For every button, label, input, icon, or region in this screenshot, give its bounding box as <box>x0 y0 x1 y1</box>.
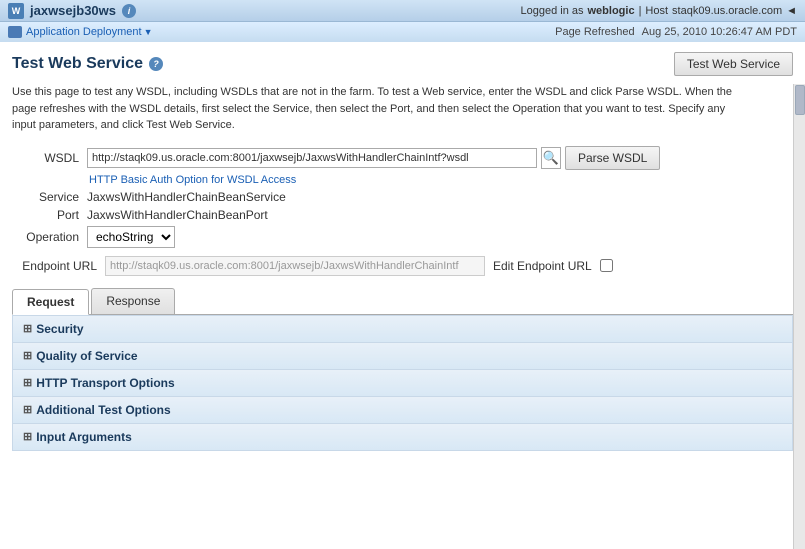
logged-in-user: weblogic <box>588 5 635 17</box>
scrollbar-thumb[interactable] <box>795 85 805 115</box>
page-description: Use this page to test any WSDL, includin… <box>12 84 752 134</box>
accordion-security-header[interactable]: ⊞ Security <box>13 316 792 342</box>
http-transport-expand-icon: ⊞ <box>23 376 32 389</box>
qos-label: Quality of Service <box>36 349 137 363</box>
accordion-http-transport: ⊞ HTTP Transport Options <box>13 370 792 397</box>
wsdl-row: WSDL 🔍 Parse WSDL <box>12 146 793 170</box>
app-deployment-link[interactable]: Application Deployment ▼ <box>26 26 153 38</box>
service-value: JaxwsWithHandlerChainBeanService <box>87 190 286 204</box>
accordion-additional-test-header[interactable]: ⊞ Additional Test Options <box>13 397 792 423</box>
page-refresh-info: Page Refreshed Aug 25, 2010 10:26:47 AM … <box>555 26 797 38</box>
accordion-input-args-header[interactable]: ⊞ Input Arguments <box>13 424 792 450</box>
scroll-right-arrow[interactable]: ◄ <box>786 5 797 17</box>
page-content: Test Web Service ? Test Web Service Use … <box>0 42 805 549</box>
tabs-container: Request Response <box>12 288 793 315</box>
security-label: Security <box>36 322 83 336</box>
host-value: staqk09.us.oracle.com <box>672 5 782 17</box>
form-section: WSDL 🔍 Parse WSDL HTTP Basic Auth Option… <box>12 146 793 248</box>
app-info-icon[interactable]: i <box>122 4 136 18</box>
accordion-qos-header[interactable]: ⊞ Quality of Service <box>13 343 792 369</box>
additional-test-label: Additional Test Options <box>36 403 170 417</box>
bottom-bar: Application Deployment ▼ Page Refreshed … <box>0 22 805 42</box>
nav-icon <box>8 26 22 38</box>
page-header: Test Web Service ? Test Web Service <box>12 52 793 76</box>
edit-endpoint-checkbox[interactable] <box>600 259 613 272</box>
service-row: Service JaxwsWithHandlerChainBeanService <box>12 190 793 204</box>
wsdl-input[interactable] <box>87 148 537 168</box>
wsdl-input-group: 🔍 Parse WSDL <box>87 146 660 170</box>
page-title-group: Test Web Service ? <box>12 55 163 73</box>
operation-row: Operation echoString <box>12 226 793 248</box>
app-icon: W <box>8 3 24 19</box>
navigation-wrapper: W jaxwsejb30ws i Logged in as weblogic |… <box>0 0 805 42</box>
host-label: Host <box>645 5 668 17</box>
endpoint-input[interactable] <box>105 256 485 276</box>
page-title-text: Test Web Service <box>12 55 143 73</box>
port-label: Port <box>12 208 87 222</box>
http-auth-link[interactable]: HTTP Basic Auth Option for WSDL Access <box>89 174 296 186</box>
accordion-container: ⊞ Security ⊞ Quality of Service ⊞ HTTP T… <box>12 315 793 451</box>
tab-request[interactable]: Request <box>12 289 89 315</box>
edit-endpoint-label: Edit Endpoint URL <box>493 259 592 273</box>
operation-select[interactable]: echoString <box>87 226 175 248</box>
accordion-http-transport-header[interactable]: ⊞ HTTP Transport Options <box>13 370 792 396</box>
login-info: Logged in as weblogic | Host staqk09.us.… <box>521 5 798 17</box>
additional-test-expand-icon: ⊞ <box>23 403 32 416</box>
qos-expand-icon: ⊞ <box>23 349 32 362</box>
endpoint-label: Endpoint URL <box>12 259 97 273</box>
app-title: jaxwsejb30ws <box>30 3 116 18</box>
accordion-additional-test: ⊞ Additional Test Options <box>13 397 792 424</box>
wsdl-label: WSDL <box>12 151 87 165</box>
test-web-service-button[interactable]: Test Web Service <box>674 52 793 76</box>
port-value: JaxwsWithHandlerChainBeanPort <box>87 208 268 222</box>
accordion-qos: ⊞ Quality of Service <box>13 343 792 370</box>
security-expand-icon: ⊞ <box>23 322 32 335</box>
page-info-icon[interactable]: ? <box>149 57 163 71</box>
parse-wsdl-button[interactable]: Parse WSDL <box>565 146 660 170</box>
input-args-label: Input Arguments <box>36 430 132 444</box>
logged-in-label: Logged in as <box>521 5 584 17</box>
breadcrumb: Application Deployment ▼ <box>8 26 153 38</box>
port-row: Port JaxwsWithHandlerChainBeanPort <box>12 208 793 222</box>
scrollbar[interactable] <box>793 84 805 549</box>
endpoint-row: Endpoint URL Edit Endpoint URL <box>12 256 793 276</box>
http-auth-row: HTTP Basic Auth Option for WSDL Access <box>12 174 793 186</box>
service-label: Service <box>12 190 87 204</box>
wsdl-search-button[interactable]: 🔍 <box>541 147 561 169</box>
search-icon: 🔍 <box>543 150 559 166</box>
input-args-expand-icon: ⊞ <box>23 430 32 443</box>
tab-response[interactable]: Response <box>91 288 175 314</box>
http-transport-label: HTTP Transport Options <box>36 376 174 390</box>
top-bar: W jaxwsejb30ws i Logged in as weblogic |… <box>0 0 805 22</box>
accordion-input-args: ⊞ Input Arguments <box>13 424 792 450</box>
operation-label: Operation <box>12 230 87 244</box>
accordion-security: ⊞ Security <box>13 316 792 343</box>
